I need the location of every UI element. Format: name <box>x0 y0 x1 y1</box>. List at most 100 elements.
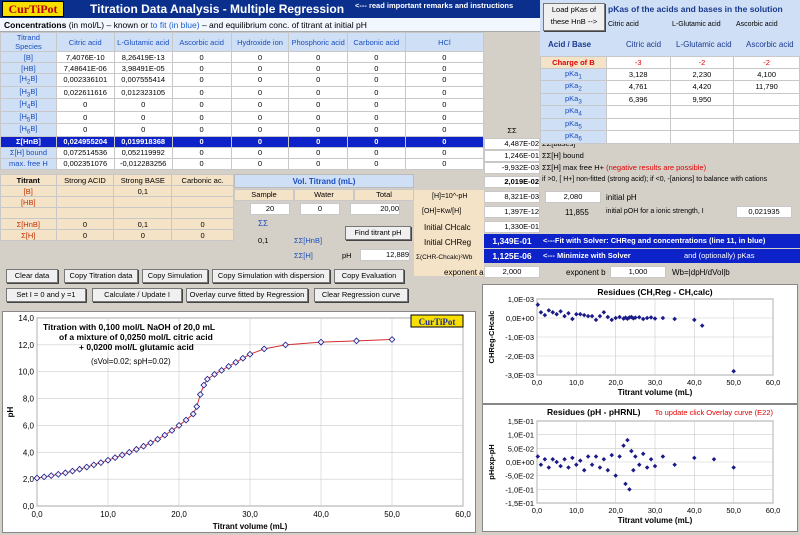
corner-cell: Titrand Species <box>0 32 57 52</box>
titrant-cell[interactable] <box>171 207 234 219</box>
y-tick-label: -1,5E-01 <box>505 499 534 508</box>
pka-cell[interactable]: 3,128 <box>605 67 671 81</box>
conc-cell: 0 <box>230 123 290 137</box>
x-tick-label: 50,0 <box>726 378 741 387</box>
titrant-cell[interactable]: 0 <box>171 229 234 241</box>
find-titrant-ph-button[interactable]: Find titrant pH <box>345 226 411 240</box>
titrant-cell[interactable] <box>55 185 115 197</box>
sum-cell: 0 <box>171 146 232 159</box>
col-header: HCl <box>404 32 485 52</box>
pka-cell[interactable]: 6,396 <box>605 92 671 106</box>
conc-cell: 0 <box>171 110 232 124</box>
pka-cell[interactable] <box>605 117 671 131</box>
sigma-value[interactable]: 1,125E-06 <box>484 249 540 263</box>
titrant-cell[interactable]: 0 <box>171 218 234 230</box>
conc-cell: 3,98491E-05 <box>113 62 173 74</box>
conc-cell: 0 <box>171 62 232 74</box>
y-tick-label: 0,0E+00 <box>506 458 534 467</box>
conc-cell: 0 <box>404 73 485 87</box>
conc-cell: 0 <box>113 98 173 112</box>
copy-simulation-dispersion-button[interactable]: Copy Simulation with dispersion <box>212 269 330 283</box>
y-tick-label: 1,0E-03 <box>508 295 534 304</box>
conc-cell: 0,007555414 <box>113 73 173 87</box>
copy-simulation-button[interactable]: Copy Simulation <box>142 269 208 283</box>
pka-cell[interactable] <box>669 130 735 144</box>
conc-cell: 0 <box>346 73 406 87</box>
pka-cell[interactable]: 9,950 <box>669 92 735 106</box>
y-tick-label: 0,0E+00 <box>506 314 534 323</box>
pka-cell[interactable]: 11,790 <box>733 80 800 94</box>
sum-cell: 0 <box>346 146 406 159</box>
conc-cell: 0 <box>346 62 406 74</box>
pka-cell[interactable] <box>669 105 735 119</box>
sum-cell: 0,072514536 <box>55 146 115 159</box>
chreg-value[interactable]: 1,349E-01 <box>484 234 540 248</box>
conc-cell: 7,4076E-10 <box>55 51 115 63</box>
pka-cell[interactable] <box>733 130 800 144</box>
conc-cell: 0 <box>230 51 290 63</box>
titrant-cell[interactable] <box>113 196 173 208</box>
col-header: Hydroxide ion <box>230 32 290 52</box>
x-tick-label: 40,0 <box>687 506 702 515</box>
conc-cell: 0 <box>288 110 348 124</box>
pka-cell[interactable] <box>733 105 800 119</box>
y-tick-label: -5,0E-02 <box>505 472 534 481</box>
titrant-cell[interactable]: 0,1 <box>113 185 173 197</box>
clear-regression-button[interactable]: Clear Regression curve <box>314 288 408 302</box>
calculate-update-button[interactable]: Calculate / Update I <box>92 288 182 302</box>
col-header: Carbonic acid <box>346 32 406 52</box>
conc-cell: 0 <box>288 73 348 87</box>
sum-cell: 0,019918368 <box>113 135 173 148</box>
exponent-a-input[interactable]: 2,000 <box>484 266 540 278</box>
titrant-cell[interactable] <box>171 185 234 197</box>
pka-cell[interactable] <box>669 117 735 131</box>
conc-cell: 0 <box>346 98 406 112</box>
sum-cell: 0 <box>288 146 348 159</box>
pka-cell[interactable]: 2,230 <box>669 67 735 81</box>
concentration-table: Titrand Species Citric acid L-Glutamic ac… <box>0 32 485 170</box>
set-i-button[interactable]: Set I = 0 and y =1 <box>6 288 86 302</box>
titrant-cell[interactable]: 0 <box>55 229 115 241</box>
sum-cell: 0,024955204 <box>55 135 115 148</box>
x-axis-label: Titrant volume (mL) <box>618 516 693 525</box>
titrant-cell[interactable]: 0 <box>55 218 115 230</box>
pka-cell[interactable] <box>605 105 671 119</box>
titrant-cell[interactable] <box>113 207 173 219</box>
titrant-cell[interactable]: 0 <box>113 229 173 241</box>
load-pkas-button[interactable]: Load pKas of these HnB --> <box>543 3 605 31</box>
remarks-link[interactable]: <--- read important remarks and instruct… <box>355 1 513 10</box>
chart-title-line: Titration with 0,100 mol/L NaOH of 20,0 … <box>43 322 215 332</box>
titrant-cell[interactable] <box>55 207 115 219</box>
sample-volume-input[interactable]: 20 <box>250 203 290 215</box>
sum-cell: 0 <box>404 157 485 170</box>
titrant-cell[interactable]: 0,1 <box>113 218 173 230</box>
residues-ph-chart: 1,5E-01 1,0E-01 5,0E-02 0,0E+00 -5,0E-02 -1,0… <box>482 404 798 532</box>
copy-evaluation-button[interactable]: Copy Evaluation <box>334 269 404 283</box>
conc-cell: 0 <box>171 98 232 112</box>
sum-cell: 0 <box>171 157 232 170</box>
pka-cell[interactable]: 4,761 <box>605 80 671 94</box>
pka-cell[interactable]: 4,420 <box>669 80 735 94</box>
conc-cell: 0 <box>288 85 348 99</box>
titrant-cell[interactable] <box>171 196 234 208</box>
pka-cell[interactable]: 4,100 <box>733 67 800 81</box>
conc-cell: 0 <box>346 85 406 99</box>
x-tick-label: 0,0 <box>31 510 43 519</box>
overlay-curve-button[interactable]: Overlay curve fitted by Regression <box>186 288 308 302</box>
conc-cell: 0 <box>55 110 115 124</box>
water-volume-input[interactable]: 0 <box>300 203 340 215</box>
sum-cell: 0 <box>346 135 406 148</box>
pka-cell[interactable] <box>733 92 800 106</box>
pka-cell[interactable] <box>733 117 800 131</box>
x-axis-label: Titrant volume (mL) <box>618 388 693 397</box>
clear-data-button[interactable]: Clear data <box>6 269 58 283</box>
x-tick-label: 0,0 <box>532 506 542 515</box>
pka-cell[interactable] <box>605 130 671 144</box>
row-label: [H5B] <box>0 110 57 124</box>
x-axis-label: Titrant volume (mL) <box>213 522 288 531</box>
copy-titration-button[interactable]: Copy Titration data <box>64 269 138 283</box>
x-tick-label: 10,0 <box>569 506 584 515</box>
titrant-cell[interactable] <box>55 196 115 208</box>
conc-cell: 0 <box>55 98 115 112</box>
exponent-b-input[interactable]: 1,000 <box>610 266 666 278</box>
